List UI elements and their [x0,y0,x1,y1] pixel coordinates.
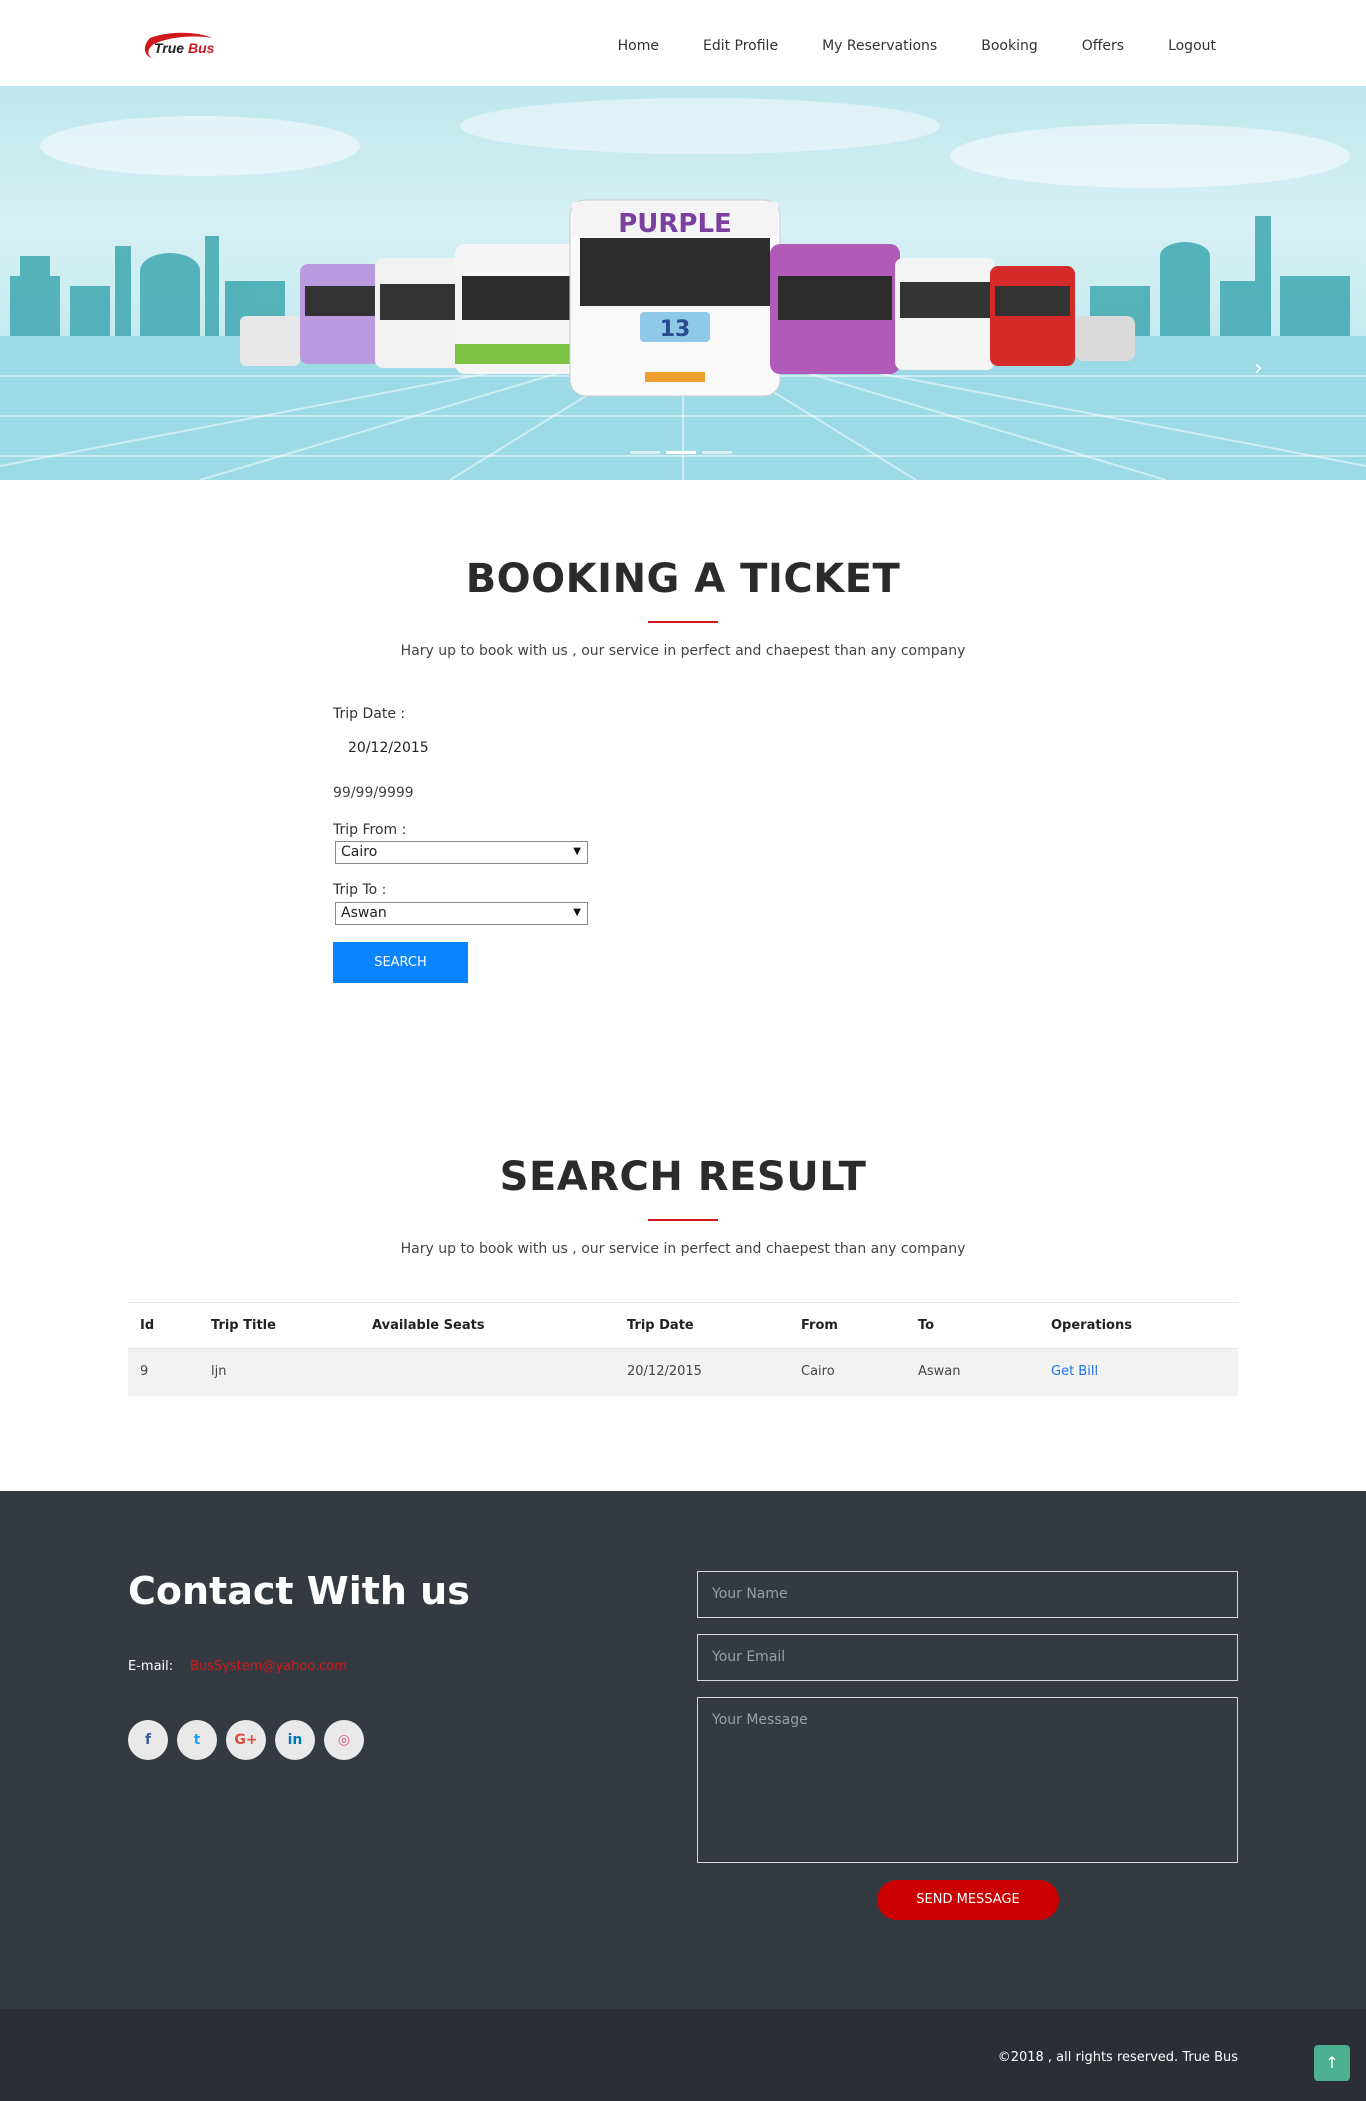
email-input[interactable]: Your Email [697,1634,1238,1681]
chevron-down-icon: ▼ [573,846,581,857]
google-plus-icon[interactable]: G+ [226,1720,266,1760]
trip-from-select[interactable]: Cairo ▼ [335,841,588,864]
results-subtitle: Hary up to book with us , our service in… [400,1241,966,1257]
booking-title: BOOKING A TICKET [465,556,901,602]
search-button[interactable]: SEARCH [333,942,468,983]
scroll-to-top-icon[interactable]: ↑ [1314,2045,1350,2081]
copyright-text: ©2018 , all rights reserved. True Bus [997,2050,1238,2065]
booking-title-underline [648,621,718,623]
social-links: f t G+ in ◎ [128,1720,364,1760]
hero-carousel: PURPLE 13 › [0,86,1366,480]
trip-to-value: Aswan [341,905,387,921]
trip-date-input[interactable]: 20/12/2015 [348,740,429,756]
nav-edit-profile[interactable]: Edit Profile [703,38,778,54]
table-header: Id Trip Title Available Seats Trip Date … [128,1302,1238,1349]
trip-date-label: Trip Date : [333,706,406,722]
trip-to-label: Trip To : [333,882,387,898]
cell-id: 9 [140,1364,149,1379]
hero-banner-image: PURPLE 13 [0,98,1366,480]
col-id: Id [140,1318,155,1333]
chevron-down-icon: ▼ [573,907,581,918]
send-message-button[interactable]: SEND MESSAGE [877,1880,1059,1920]
col-operations: Operations [1051,1318,1132,1333]
email-link[interactable]: BusSystem@yahoo.com [190,1659,347,1674]
carousel-dot-3[interactable] [702,451,732,454]
email-label: E-mail: [128,1659,174,1674]
logo-text: True Bus [154,40,215,56]
main-nav: Home Edit Profile My Reservations Bookin… [574,38,1216,54]
table-row: 9 ljn 20/12/2015 Cairo Aswan Get Bill [128,1349,1238,1396]
nav-my-reservations[interactable]: My Reservations [822,38,937,54]
nav-logout[interactable]: Logout [1168,38,1216,54]
nav-offers[interactable]: Offers [1082,38,1124,54]
hero-bus-label: PURPLE [618,209,732,239]
contact-section: Contact With us E-mail: BusSystem@yahoo.… [0,1491,1366,2009]
trip-from-value: Cairo [341,844,378,860]
col-from: From [801,1318,838,1333]
results-title-underline [648,1219,718,1221]
contact-title: Contact With us [128,1569,470,1613]
trip-to-select[interactable]: Aswan ▼ [335,902,588,925]
dribbble-icon[interactable]: ◎ [324,1720,364,1760]
trip-from-label: Trip From : [333,822,407,838]
carousel-indicators [630,451,732,454]
col-available-seats: Available Seats [372,1318,485,1333]
cell-to: Aswan [918,1364,961,1379]
carousel-dot-2[interactable] [666,451,696,454]
hero-bus-number: 13 [660,317,691,342]
col-trip-date: Trip Date [627,1318,694,1333]
carousel-dot-1[interactable] [630,451,660,454]
col-to: To [918,1318,935,1333]
message-textarea[interactable]: Your Message [697,1697,1238,1863]
col-trip-title: Trip Title [211,1318,276,1333]
facebook-icon[interactable]: f [128,1720,168,1760]
twitter-icon[interactable]: t [177,1720,217,1760]
cell-trip-date: 20/12/2015 [627,1364,702,1379]
cell-from: Cairo [801,1364,835,1379]
nav-booking[interactable]: Booking [981,38,1038,54]
booking-subtitle: Hary up to book with us , our service in… [400,643,966,659]
site-logo[interactable]: True Bus [140,30,216,64]
results-title: SEARCH RESULT [499,1154,867,1200]
cell-trip-title: ljn [211,1364,227,1379]
nav-home[interactable]: Home [618,38,659,54]
footer-bottom-bar: ©2018 , all rights reserved. True Bus [0,2009,1366,2101]
carousel-next-icon[interactable]: › [1254,356,1268,381]
trip-date-mask: 99/99/9999 [333,785,414,801]
linkedin-icon[interactable]: in [275,1720,315,1760]
name-input[interactable]: Your Name [697,1571,1238,1618]
site-header: True Bus Home Edit Profile My Reservatio… [0,0,1366,86]
get-bill-link[interactable]: Get Bill [1051,1364,1098,1379]
